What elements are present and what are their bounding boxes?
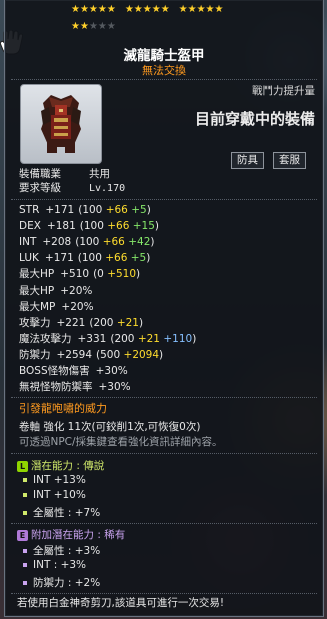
stat-base: (0	[93, 268, 108, 281]
additional-potential-header: E 附加潛在能力 : 稀有	[17, 527, 125, 542]
stat-row: 最大HP +510 (0 +510)	[19, 268, 140, 281]
armor-icon	[41, 95, 81, 153]
potential-line: INT +10%	[23, 489, 86, 501]
item-name: 滅龍騎士盔甲	[123, 48, 205, 64]
stat-extra: +42	[124, 236, 151, 249]
stat-name: 最大HP	[19, 284, 55, 297]
stat-total: +171	[44, 252, 74, 265]
stat-bonus: +66	[105, 252, 128, 265]
starforce-row-1: ★★★★★ ★★★★★ ★★★★★	[71, 4, 224, 15]
stat-name: BOSS怪物傷害	[19, 365, 90, 377]
stat-row: 防禦力 +2594 (500 +2094)	[19, 349, 163, 362]
stat-close: )	[154, 220, 160, 233]
stat-total: +171	[45, 204, 75, 216]
category-tag-set: 套服	[273, 152, 306, 169]
stat-extra: +110	[160, 332, 193, 345]
stat-close: )	[150, 236, 155, 249]
stat-row: LUK +171 (100 +66 +5)	[19, 252, 150, 265]
stat-base: (200	[89, 316, 117, 329]
divider	[11, 453, 317, 454]
stat-base: (100	[77, 252, 106, 265]
stat-extra: +15	[129, 220, 155, 233]
category-tag-armor: 防具	[231, 152, 264, 169]
stat-base: (100	[75, 236, 103, 249]
stat-name: LUK	[19, 252, 39, 265]
stat-extra: +5	[127, 252, 147, 265]
stat-bonus: +510	[107, 268, 137, 281]
stat-row: STR +171 (100 +66 +5)	[19, 204, 151, 217]
stat-bonus: +66	[105, 204, 128, 216]
stat-close: )	[146, 204, 151, 216]
potential-line: INT +13%	[23, 474, 86, 486]
stat-row: DEX +181 (100 +66 +15)	[19, 220, 159, 233]
divider	[11, 523, 317, 524]
additional-potential-line: 防禦力 : +2%	[23, 575, 100, 590]
stat-row: 最大MP +20%	[19, 301, 98, 314]
stat-total: +181	[46, 220, 76, 233]
potential-line: 全屬性 : +7%	[23, 505, 100, 520]
stat-row: INT +208 (100 +66 +42)	[19, 236, 154, 249]
stat-base: (500	[96, 348, 124, 361]
stat-total: +30%	[95, 365, 128, 377]
divider	[11, 199, 317, 200]
stat-extra: +5	[127, 204, 147, 216]
additional-potential-line: INT : +3%	[23, 559, 86, 571]
stat-name: STR	[19, 204, 40, 216]
stat-close: )	[146, 252, 151, 265]
additional-potential-line: 全屬性 : +3%	[23, 543, 100, 558]
stat-name: 最大HP	[19, 268, 55, 281]
stat-base: (100	[79, 220, 108, 233]
currently-equipped-text: 目前穿戴中的裝備	[194, 110, 315, 128]
stat-bonus: +21	[137, 332, 160, 345]
stat-name: 最大MP	[19, 300, 56, 313]
stat-close: )	[139, 316, 144, 329]
trade-status: 無法交換	[142, 64, 186, 77]
divider	[11, 397, 317, 398]
stat-row: 最大HP +20%	[19, 285, 96, 298]
stat-name: INT	[19, 236, 37, 249]
stat-total: +30%	[98, 381, 131, 394]
stat-bonus: +21	[116, 316, 139, 329]
stat-name: 攻擊力	[19, 316, 51, 329]
stat-total: +208	[42, 236, 72, 249]
stat-close: )	[136, 268, 141, 281]
item-tooltip: ★★★★★ ★★★★★ ★★★★★ ★★★★★ 滅龍騎士盔甲 無法交換 戰鬥力提…	[4, 0, 324, 617]
stat-bonus: +2094	[123, 348, 160, 361]
power-increase-label: 戰鬥力提升量	[252, 85, 315, 97]
stat-row: 無視怪物防禦率 +30%	[19, 381, 135, 394]
stat-name: 魔法攻擊力	[19, 332, 72, 345]
npc-info-text: 可透過NPC/採集鍵查看強化資訊詳細內容。	[19, 436, 223, 448]
stat-base: (200	[110, 332, 138, 345]
stat-bonus: +66	[102, 236, 125, 249]
item-icon-frame	[20, 84, 102, 164]
stat-close: )	[192, 332, 197, 345]
stat-name: 防禦力	[19, 348, 51, 361]
job-row: 裝備職業 共用	[19, 168, 110, 180]
stat-base: (100	[78, 204, 106, 216]
stat-total: +510	[60, 268, 90, 281]
rare-badge-icon: E	[17, 529, 28, 541]
divider	[11, 593, 317, 594]
scroll-upgrade-text: 卷軸 強化 11次(可鉸削1次,可恢復0次)	[19, 421, 201, 433]
footer-note: 若使用白金神奇剪刀,該道具可進行一次交易!	[17, 597, 225, 609]
stat-total: +2594	[56, 348, 93, 361]
level-row: 要求等級 Lv.170	[19, 182, 126, 194]
stat-total: +221	[56, 316, 86, 329]
stat-row: 攻擊力 +221 (200 +21)	[19, 317, 143, 330]
stat-total: +20%	[61, 300, 94, 313]
stat-row: BOSS怪物傷害 +30%	[19, 365, 132, 378]
stat-bonus: +66	[107, 220, 130, 233]
stat-total: +331	[77, 332, 107, 345]
divider	[11, 79, 317, 80]
stat-name: 無視怪物防禦率	[19, 381, 93, 394]
legendary-badge-icon: L	[17, 460, 28, 472]
stat-total: +20%	[60, 284, 93, 297]
stat-close: )	[159, 348, 164, 361]
stat-name: DEX	[19, 220, 41, 233]
stat-row: 魔法攻擊力 +331 (200 +21 +110)	[19, 333, 196, 346]
potential-header: L 潛在能力 : 傳說	[17, 458, 104, 473]
starforce-row-2: ★★★★★	[71, 21, 116, 32]
set-effect-title: 引發龍咆嘯的威力	[19, 402, 107, 415]
